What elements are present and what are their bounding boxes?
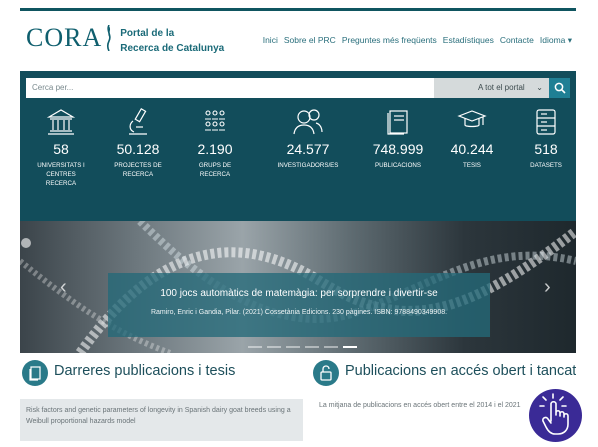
stat-publications[interactable]: 748.999 Publicacions xyxy=(358,107,438,170)
carousel-indicators xyxy=(248,346,357,348)
search-scope-value: A tot el portal xyxy=(478,83,525,92)
search-bar: Cerca per... A tot el portal ⌄ xyxy=(26,78,570,98)
carousel-next-icon[interactable]: › xyxy=(544,276,551,299)
logo-sub-line2: Recerca de Catalunya xyxy=(120,43,225,54)
stat-value: 24.577 xyxy=(286,141,330,157)
carousel-caption[interactable]: 100 jocs automàtics de matemàgia: per so… xyxy=(108,273,490,337)
stat-value: 50.128 xyxy=(116,141,160,157)
carousel-dot[interactable] xyxy=(305,346,319,348)
stat-label: Publicacions xyxy=(374,162,422,169)
publication-section-icon xyxy=(22,360,48,386)
stat-theses[interactable]: 40.244 Tesis xyxy=(432,107,512,170)
nav-item-faq[interactable]: Preguntes més freqüents xyxy=(342,35,437,46)
lock-icon xyxy=(313,360,339,386)
search-input[interactable]: Cerca per... xyxy=(26,78,434,98)
cora-logo[interactable]: CORA Portal de la Recerca de Catalunya xyxy=(26,25,224,55)
stat-label: Projectes de recerca xyxy=(114,162,162,178)
logo-flame-icon xyxy=(107,25,111,51)
stat-label: Tesis xyxy=(463,162,481,169)
stat-label: Universitats i centres recerca xyxy=(37,162,85,187)
latest-publication-card[interactable]: Risk factors and genetic parameters of l… xyxy=(20,399,303,441)
open-access-description: La mitjana de publicacions en accés ober… xyxy=(319,402,521,409)
database-icon xyxy=(536,109,556,135)
hand-pointer-badge xyxy=(529,389,582,442)
nav-item-about[interactable]: Sobre el PRC xyxy=(284,35,336,46)
carousel-dot-active[interactable] xyxy=(343,346,357,348)
microscope-icon xyxy=(129,107,147,135)
nav-item-language[interactable]: Idioma ▾ xyxy=(540,35,572,46)
stat-researchers[interactable]: 24.577 Investigadors/es xyxy=(268,107,348,170)
header: CORA Portal de la Recerca de Catalunya I… xyxy=(20,11,576,71)
stat-universities[interactable]: 58 Universitats i centres recerca xyxy=(21,107,101,188)
stat-value: 748.999 xyxy=(372,141,424,157)
carousel-prev-icon[interactable]: ‹ xyxy=(60,276,67,299)
carousel-dot[interactable] xyxy=(248,346,262,348)
hero-carousel[interactable]: ‹ › 100 jocs automàtics de matemàgia: pe… xyxy=(20,221,576,353)
logo-sub-line1: Portal de la xyxy=(120,28,175,39)
caption-title: 100 jocs automàtics de matemàgia: per so… xyxy=(160,288,438,299)
nav-item-contact[interactable]: Contacte xyxy=(500,35,534,46)
nav-item-statistics[interactable]: Estadístiques xyxy=(443,35,494,46)
stat-label: Grups de recerca xyxy=(198,162,232,178)
groups-icon xyxy=(205,110,225,131)
logo-subtitle: Portal de la Recerca de Catalunya xyxy=(120,25,224,55)
stat-label: Datasets xyxy=(530,162,562,169)
stat-datasets[interactable]: 518 Datasets xyxy=(506,107,576,170)
page: CORA Portal de la Recerca de Catalunya I… xyxy=(20,8,576,441)
stats-row: 58 Universitats i centres recerca 50.128… xyxy=(20,107,576,221)
latest-publication-title: Risk factors and genetic parameters of l… xyxy=(26,407,291,425)
stat-label: Investigadors/es xyxy=(277,162,339,169)
latest-section-title: Darreres publicacions i tesis xyxy=(54,363,236,379)
carousel-dot[interactable] xyxy=(267,346,281,348)
stat-groups[interactable]: 2.190 Grups de recerca xyxy=(175,107,255,179)
hand-pointer-icon xyxy=(539,393,569,435)
search-button[interactable] xyxy=(549,78,570,98)
chevron-down-icon: ⌄ xyxy=(536,83,543,92)
stat-projects[interactable]: 50.128 Projectes de recerca xyxy=(98,107,178,179)
stat-value: 58 xyxy=(53,141,69,157)
caption-subtitle: Ramiro, Enric i Gandia, Pilar. (2021) Co… xyxy=(150,309,448,316)
carousel-dot[interactable] xyxy=(324,346,338,348)
search-icon xyxy=(554,82,566,94)
stats-band: Cerca per... A tot el portal ⌄ 58 UNIVER… xyxy=(20,71,576,221)
logo-wordmark: CORA xyxy=(26,23,103,52)
nav-item-home[interactable]: Inici xyxy=(263,35,278,46)
open-access-section-title: Publicacions en accés obert i tancat xyxy=(345,363,576,379)
stat-value: 518 xyxy=(534,141,558,157)
publications-icon xyxy=(387,110,408,135)
carousel-dot[interactable] xyxy=(286,346,300,348)
search-scope-select[interactable]: A tot el portal ⌄ xyxy=(434,78,549,98)
stat-value: 2.190 xyxy=(197,141,233,157)
stat-value: 40.244 xyxy=(450,141,494,157)
graduation-cap-icon xyxy=(457,110,487,128)
university-icon xyxy=(46,109,76,135)
main-nav: Inici Sobre el PRC Preguntes més freqüen… xyxy=(263,35,572,46)
researchers-icon xyxy=(293,109,323,135)
